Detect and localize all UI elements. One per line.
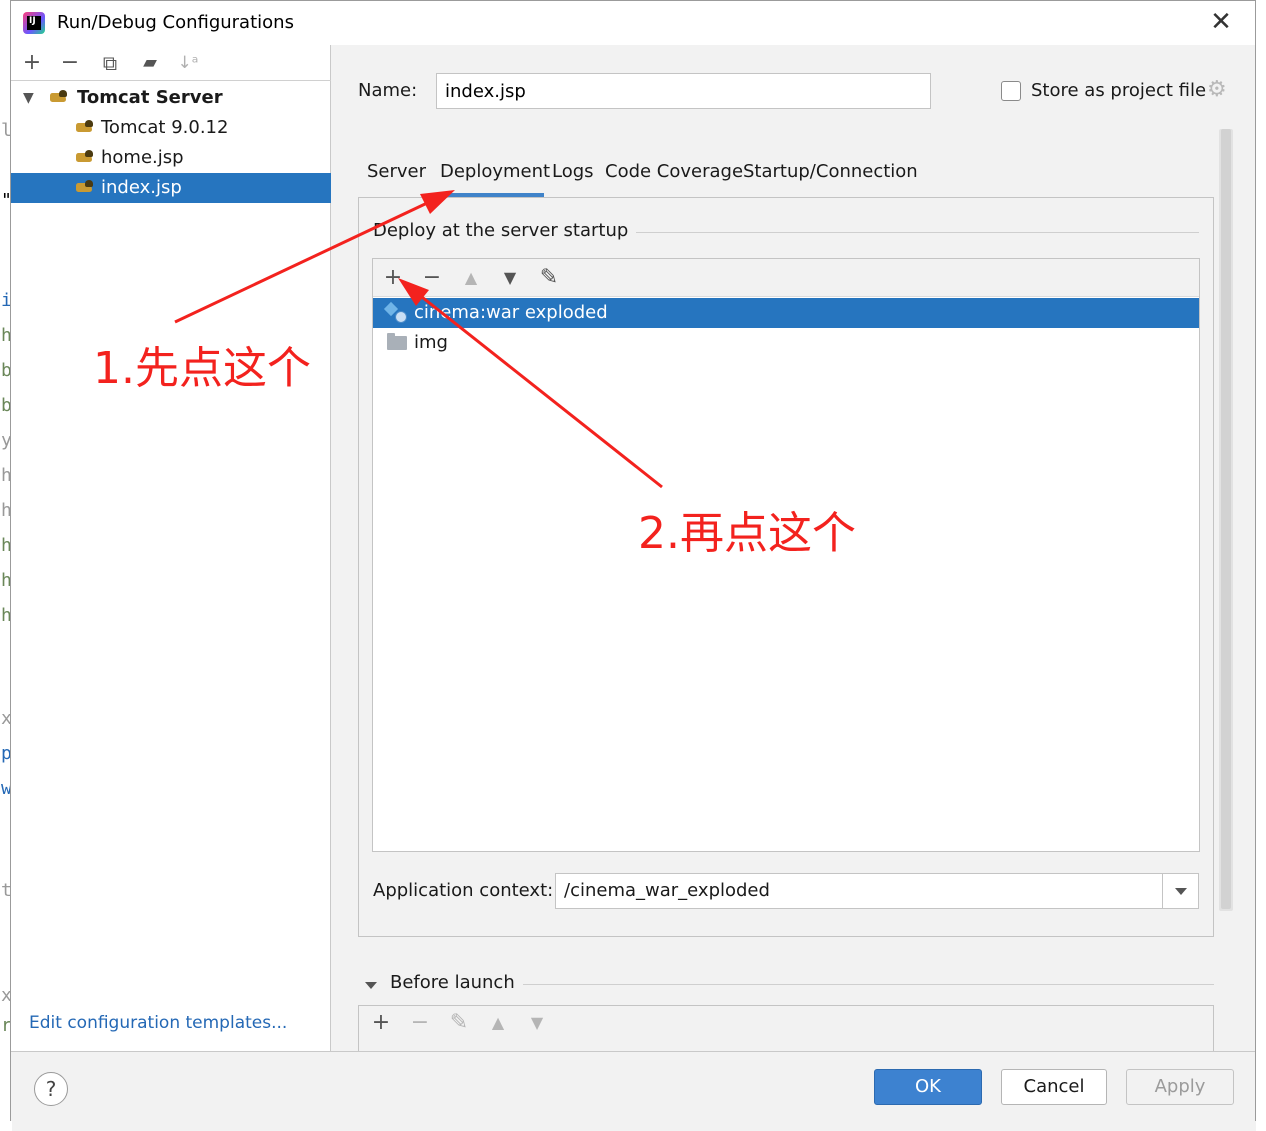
name-input[interactable]	[436, 73, 931, 109]
tree-item-label: index.jsp	[101, 177, 182, 198]
list-item-label: cinema:war exploded	[414, 302, 608, 323]
tree-item-home-jsp[interactable]: home.jsp	[11, 143, 331, 173]
collapse-toggle-icon[interactable]	[364, 979, 378, 993]
application-context-value[interactable]: /cinema_war_exploded	[564, 880, 770, 901]
before-launch-panel: + − ✎ ▲ ▼	[358, 1005, 1214, 1051]
move-down-icon[interactable]: ▼	[523, 1009, 551, 1037]
tree-group-tomcat-server[interactable]: ▼ Tomcat Server	[11, 83, 331, 113]
add-configuration-icon[interactable]: +	[18, 49, 46, 77]
before-launch-label[interactable]: Before launch	[390, 972, 523, 993]
tree-item-label: home.jsp	[101, 147, 184, 168]
deployment-panel: Deploy at the server startup + − ▲ ▼ ✎ c…	[358, 197, 1214, 937]
folder-icon	[387, 333, 407, 350]
annotation-step-1: 1.先点这个	[93, 343, 311, 394]
gear-icon[interactable]: ⚙	[1207, 79, 1227, 101]
window-title: Run/Debug Configurations	[57, 12, 294, 33]
list-item-label: img	[414, 332, 448, 353]
application-context-label: Application context:	[373, 880, 554, 901]
artifact-icon	[386, 304, 407, 323]
move-up-icon[interactable]: ▲	[484, 1009, 512, 1037]
dialog-footer: ? OK Cancel Apply	[11, 1051, 1255, 1121]
vertical-scrollbar[interactable]	[1219, 129, 1233, 911]
tree-item-label: Tomcat 9.0.12	[101, 117, 229, 138]
tree-item-tomcat[interactable]: Tomcat 9.0.12	[11, 113, 331, 143]
tomcat-icon	[75, 180, 95, 196]
tomcat-icon	[49, 90, 69, 106]
name-label: Name:	[358, 80, 418, 101]
list-item-cinema-war-exploded[interactable]: cinema:war exploded	[373, 298, 1199, 328]
add-artifact-icon[interactable]: +	[379, 264, 407, 292]
close-icon[interactable]: ✕	[1207, 7, 1235, 37]
edit-task-icon[interactable]: ✎	[445, 1009, 473, 1037]
configurations-sidebar: + − ⧉ ▰ ↓ᵃ ▼ Tomcat Server Tomcat 9.0.12…	[11, 45, 331, 1051]
tree-group-label: Tomcat Server	[77, 87, 223, 108]
tab-code-coverage[interactable]: Code Coverage	[605, 161, 743, 182]
before-launch-divider	[511, 984, 1214, 985]
scrollbar-thumb[interactable]	[1221, 129, 1231, 909]
ok-button[interactable]: OK	[874, 1069, 982, 1105]
move-up-icon[interactable]: ▲	[457, 264, 485, 292]
move-down-icon[interactable]: ▼	[496, 264, 524, 292]
add-task-icon[interactable]: +	[367, 1009, 395, 1037]
edit-templates-link[interactable]: Edit configuration templates...	[29, 1013, 287, 1033]
apply-button[interactable]: Apply	[1126, 1069, 1234, 1105]
help-icon[interactable]: ?	[34, 1072, 68, 1106]
deploy-section-title: Deploy at the server startup	[373, 220, 637, 241]
cancel-button[interactable]: Cancel	[1001, 1069, 1107, 1105]
tomcat-icon	[75, 150, 95, 166]
tab-startup-connection[interactable]: Startup/Connection	[743, 161, 918, 182]
annotation-step-2: 2.再点这个	[638, 508, 856, 559]
remove-configuration-icon[interactable]: −	[56, 49, 84, 77]
move-to-folder-icon[interactable]: ▰	[136, 49, 164, 77]
intellij-app-icon: IJ	[23, 12, 45, 34]
section-divider	[619, 232, 1199, 233]
run-debug-dialog: IJ Run/Debug Configurations ✕ + − ⧉ ▰ ↓ᵃ…	[10, 0, 1256, 1121]
remove-artifact-icon[interactable]: −	[418, 264, 446, 292]
chevron-down-icon: ▼	[23, 90, 34, 106]
tab-logs[interactable]: Logs	[552, 161, 594, 182]
application-context-combo[interactable]: /cinema_war_exploded	[555, 873, 1199, 909]
store-as-project-file-checkbox[interactable]	[1001, 81, 1021, 101]
remove-task-icon[interactable]: −	[406, 1009, 434, 1037]
deploy-list-toolbar: + − ▲ ▼ ✎	[373, 259, 1199, 297]
edit-artifact-icon[interactable]: ✎	[535, 264, 563, 292]
copy-configuration-icon[interactable]: ⧉	[96, 49, 124, 77]
tomcat-icon	[75, 120, 95, 136]
tab-deployment[interactable]: Deployment	[440, 161, 550, 182]
chevron-down-icon[interactable]	[1162, 874, 1198, 908]
tab-server[interactable]: Server	[367, 161, 426, 182]
list-item-img[interactable]: img	[373, 328, 1199, 358]
background-editor-right	[1256, 0, 1266, 1131]
sidebar-toolbar: + − ⧉ ▰ ↓ᵃ	[11, 45, 331, 81]
sort-configurations-icon[interactable]: ↓ᵃ	[174, 49, 202, 77]
title-bar: IJ Run/Debug Configurations ✕	[11, 1, 1255, 45]
store-as-project-file-label[interactable]: Store as project file	[1031, 80, 1206, 101]
tree-item-index-jsp[interactable]: index.jsp	[11, 173, 331, 203]
